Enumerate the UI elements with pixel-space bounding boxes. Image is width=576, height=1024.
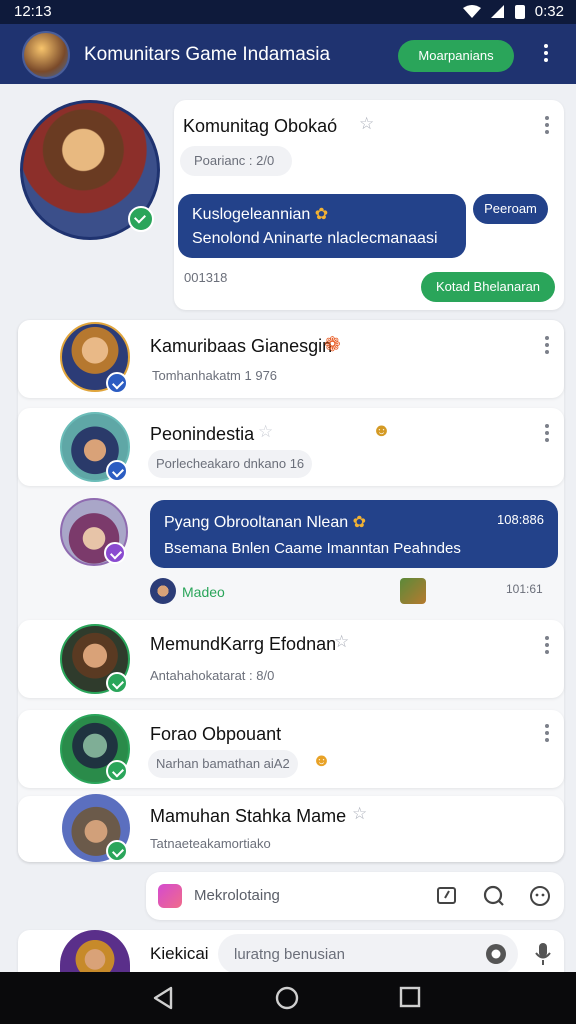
attachment-thumbnail[interactable] — [400, 578, 426, 604]
message-time: 108:886 — [497, 512, 544, 527]
online-badge-icon — [106, 840, 128, 862]
wifi-icon — [462, 4, 481, 18]
card-menu-icon[interactable] — [545, 116, 551, 137]
fire-emoji-icon: ❁ — [324, 334, 341, 356]
featured-name: Komunitag Obokaó — [183, 116, 338, 136]
chat-preview: Tomhanhakatm 1 976 — [152, 368, 278, 383]
composer-placeholder[interactable]: Mekrolotaing — [194, 887, 280, 904]
featured-message-line1: Kuslogeleannian — [192, 206, 311, 223]
group-badge-icon — [104, 542, 126, 564]
chat-preview: Bsemana Bnlen Caame Imanntan Peahndes — [164, 540, 461, 557]
sender-avatar[interactable] — [150, 578, 176, 604]
chat-preview: Antahahokatarat : 8/0 — [150, 668, 275, 683]
sparkle-icon: ✿ — [352, 514, 366, 531]
community-logo[interactable] — [22, 31, 70, 79]
featured-card[interactable]: Komunitag Obokaó ☆ Poarianc : 2/0 Kuslog… — [174, 100, 564, 310]
sticker-icon[interactable] — [436, 885, 458, 907]
mic-icon[interactable] — [534, 942, 552, 966]
featured-time: 001318 — [184, 270, 228, 285]
emoji-icon: ☻ — [312, 750, 331, 770]
group-message-bubble[interactable]: Pyang Obrooltanan Nlean ✿ 108:886 Bseman… — [150, 500, 558, 568]
message-time: 101:61 — [506, 582, 543, 596]
status-time: 12:13 — [14, 3, 52, 20]
battery-icon — [514, 4, 525, 19]
back-icon[interactable] — [152, 986, 174, 1010]
chat-name: Kamuribaas Gianesgin — [150, 336, 333, 356]
message-composer: Mekrolotaing — [146, 872, 564, 920]
status-bar: 12:13 0:32 — [0, 0, 576, 24]
chat-menu-icon[interactable] — [545, 724, 551, 745]
chat-name: Pyang Obrooltanan Nlean — [164, 514, 349, 531]
emoji-icon: ☻ — [372, 420, 391, 440]
star-icon[interactable]: ☆ — [258, 422, 273, 442]
battery-text: 0:32 — [534, 3, 564, 20]
reply-button[interactable]: Peeroam — [473, 194, 548, 224]
apps-icon[interactable] — [158, 884, 182, 908]
chat-preview: Tatnaeteakamortiako — [150, 836, 271, 851]
star-icon[interactable]: ☆ — [359, 114, 374, 134]
chat-preview: Porlecheakaro dnkano 16 — [148, 450, 313, 478]
sender-name[interactable]: Madeo — [182, 584, 225, 600]
home-icon[interactable] — [275, 986, 299, 1010]
featured-pill: Poarianc : 2/0 — [180, 146, 292, 176]
featured-message-line2: Senolond Aninarte nlaclecmanaasi — [192, 230, 438, 247]
chat-menu-icon[interactable] — [545, 336, 551, 357]
recents-icon[interactable] — [399, 986, 421, 1008]
online-badge-icon — [106, 672, 128, 694]
star-icon[interactable]: ☆ — [334, 632, 349, 652]
emoji-icon[interactable] — [528, 884, 552, 908]
chat-name: MemundKarrg Efodnan — [150, 634, 337, 654]
verified-badge-icon — [106, 372, 128, 394]
appbar-action-button[interactable]: Moarpanians — [398, 40, 514, 72]
search-icon[interactable] — [482, 884, 506, 908]
join-button[interactable]: Kotad Bhelanaran — [421, 272, 555, 302]
bottom-name: Kiekicai — [150, 944, 209, 963]
verified-badge-icon — [106, 460, 128, 482]
chat-menu-icon[interactable] — [545, 424, 551, 445]
system-navigation-bar — [0, 972, 576, 1024]
bottom-input[interactable]: luratng benusian — [218, 934, 518, 974]
page-title: Komunitars Game Indamasia — [84, 44, 331, 65]
signal-icon — [490, 4, 504, 18]
chat-preview: Narhan bamathan aiA2 — [148, 750, 298, 778]
sparkle-icon: ✿ — [314, 206, 329, 223]
app-bar: Komunitars Game Indamasia Moarpanians — [0, 24, 576, 84]
camera-icon[interactable] — [484, 942, 508, 966]
overflow-menu-icon[interactable] — [544, 44, 550, 65]
chat-name: Peonindestia — [150, 424, 255, 444]
star-icon[interactable]: ☆ — [352, 804, 367, 824]
featured-message-bubble[interactable]: Kuslogeleannian ✿ Senolond Aninarte nlac… — [178, 194, 466, 258]
online-badge-icon — [128, 206, 154, 232]
bottom-input-placeholder: luratng benusian — [234, 946, 345, 963]
chat-name: Mamuhan Stahka Mame — [150, 806, 347, 826]
online-badge-icon — [106, 760, 128, 782]
message-footer: Madeo 101:61 — [146, 576, 556, 608]
chat-menu-icon[interactable] — [545, 636, 551, 657]
chat-name: Forao Obpouant — [150, 724, 282, 744]
